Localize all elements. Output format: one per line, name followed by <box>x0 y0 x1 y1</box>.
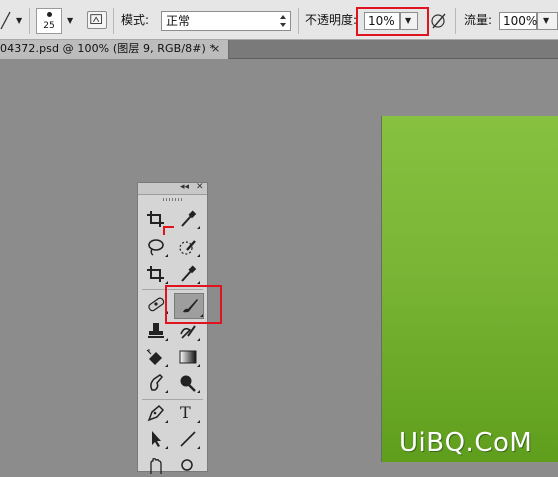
dodge-icon <box>180 375 196 392</box>
close-panel-icon[interactable]: ✕ <box>196 182 204 193</box>
smudge-finger-icon <box>150 374 164 391</box>
collapse-panel-icon[interactable]: ◂◂ <box>180 182 189 193</box>
quick-selection-tool[interactable] <box>176 236 200 258</box>
brush-picker-dropdown-icon[interactable]: ▼ <box>67 17 73 25</box>
brush-preset-picker[interactable]: 25 <box>36 8 62 34</box>
history-brush-icon <box>180 325 196 339</box>
brush-tool-highlight-box <box>165 285 222 324</box>
dodge-tool[interactable] <box>176 372 200 394</box>
tools-panel: ◂◂ ✕ T <box>137 182 222 474</box>
tool-preset-dropdown-icon[interactable]: ▼ <box>16 17 22 25</box>
watermark-text: UiBQ.CoM <box>399 428 533 458</box>
stamp-icon <box>148 323 164 338</box>
clone-stamp-tool[interactable] <box>144 320 168 342</box>
panel-grip-icon[interactable] <box>163 198 183 201</box>
crop-icon <box>147 266 164 282</box>
history-brush-tool[interactable] <box>176 320 200 342</box>
pen-tool[interactable] <box>144 402 168 424</box>
brush-panel-toggle-button[interactable] <box>87 11 107 29</box>
zoom-icon <box>181 459 193 471</box>
options-bar: ▼ 25 ▼ 模式: 正常 不透明度: 10% ▼ 流量: 100% ▼ <box>0 0 558 40</box>
blend-mode-select[interactable]: 正常 <box>161 11 291 31</box>
mode-label: 模式: <box>121 13 150 27</box>
flow-dropdown-button[interactable]: ▼ <box>537 12 558 30</box>
crop-tool-2[interactable] <box>144 263 168 285</box>
eraser-icon <box>146 349 162 365</box>
annotation-bracket-icon <box>163 226 174 235</box>
zoom-tool[interactable] <box>176 455 200 477</box>
line-icon <box>180 431 196 447</box>
flow-label: 流量: <box>464 13 493 27</box>
tablet-pressure-opacity-icon[interactable] <box>430 11 448 31</box>
document-tab-title: 04372.psd @ 100% (图层 9, RGB/8#) * <box>0 42 216 55</box>
smudge-tool[interactable] <box>144 372 168 394</box>
line-tool[interactable] <box>176 428 200 450</box>
path-selection-tool[interactable] <box>144 428 168 450</box>
document-tab[interactable]: 04372.psd @ 100% (图层 9, RGB/8#) * × <box>0 40 229 59</box>
hand-icon <box>150 458 162 474</box>
opacity-highlight-box <box>356 7 429 36</box>
brush-panel-icon <box>90 14 102 24</box>
chevron-down-icon: ▼ <box>543 16 550 25</box>
eraser-tool[interactable] <box>144 346 168 368</box>
quick-selection-icon <box>179 240 196 255</box>
opacity-label: 不透明度: <box>305 13 358 27</box>
flow-input[interactable]: 100% <box>499 12 537 30</box>
eyedropper-tool[interactable] <box>176 208 200 230</box>
eyedropper-icon <box>181 210 197 227</box>
blend-mode-value: 正常 <box>166 14 191 28</box>
gradient-tool[interactable] <box>176 346 200 368</box>
tools-panel-header[interactable]: ◂◂ ✕ <box>138 182 207 195</box>
close-tab-icon[interactable]: × <box>211 42 220 56</box>
text-tool-icon: T <box>180 403 191 422</box>
bandage-icon <box>148 297 165 312</box>
lasso-icon <box>148 239 164 256</box>
arrow-pointer-icon <box>152 431 161 447</box>
hand-tool[interactable] <box>144 455 168 477</box>
brush-size-value: 25 <box>43 21 55 31</box>
document-canvas[interactable] <box>381 116 558 462</box>
select-spin-icon <box>280 15 286 27</box>
brush-tool-preset-icon[interactable] <box>0 9 12 31</box>
document-tab-bar: 04372.psd @ 100% (图层 9, RGB/8#) * × <box>0 40 558 59</box>
eyedropper-icon <box>181 265 197 282</box>
pen-icon <box>147 404 165 422</box>
brush-tip-icon <box>47 12 52 17</box>
lasso-tool[interactable] <box>144 236 168 258</box>
color-sampler-tool[interactable] <box>176 263 200 285</box>
text-tool[interactable]: T <box>176 402 200 424</box>
gradient-icon <box>179 350 197 364</box>
